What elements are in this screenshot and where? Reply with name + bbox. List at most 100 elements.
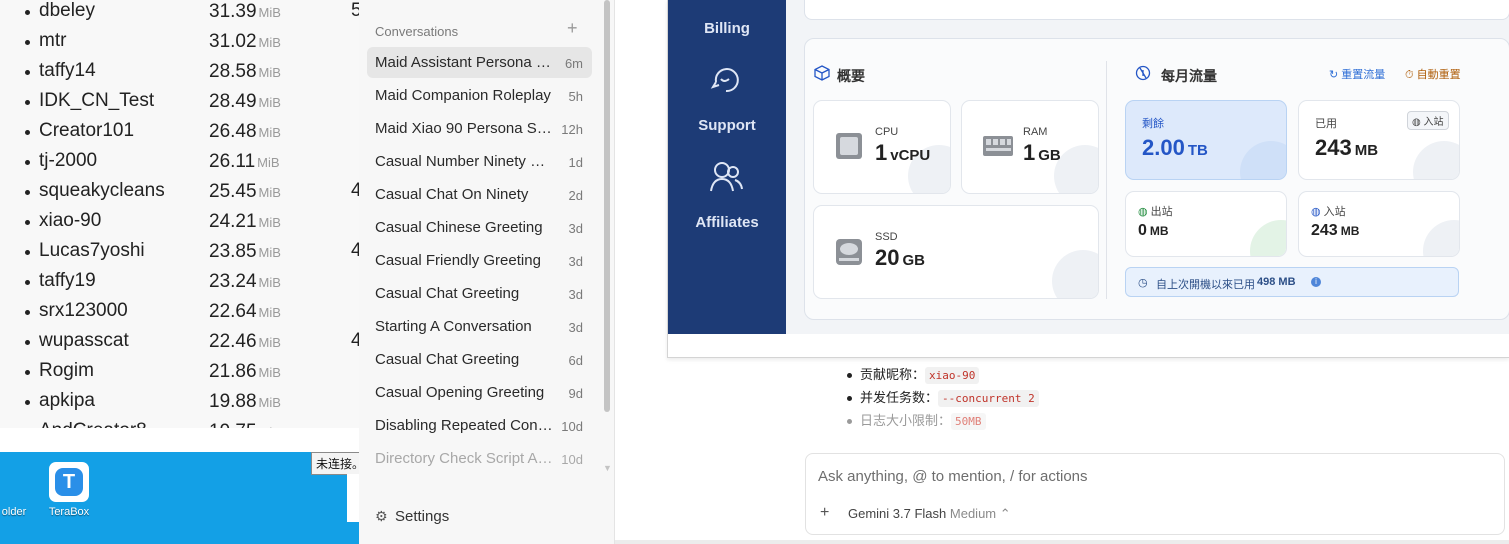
reset-traffic-button[interactable]: ↻ 重置流量	[1329, 66, 1385, 82]
settings-button[interactable]: ⚙ Settings	[375, 508, 449, 525]
contributor-name: AndCreator8	[39, 419, 164, 428]
contributor-name: tj-2000	[39, 150, 98, 171]
outbound-card: ◍ 出站 0 MB	[1125, 191, 1287, 257]
conversation-time: 3d	[568, 221, 583, 236]
conversation-item[interactable]: Maid Xiao 90 Persona Setup 12h	[367, 113, 592, 144]
contributor-name: taffy14	[39, 60, 96, 81]
contributor-size: 28.58 MiB	[209, 61, 281, 82]
traffic-icon	[1135, 65, 1151, 81]
chat-input[interactable]: Ask anything, @ to mention, / for action…	[818, 468, 1088, 485]
inbound-value: 243 MB	[1311, 222, 1360, 239]
outbound-label: ◍ 出站	[1138, 206, 1173, 218]
bullet	[25, 310, 30, 315]
leaderboard-row: Rogim 21.86 MiB	[0, 359, 360, 389]
conversation-time: 5h	[568, 89, 583, 104]
desktop-folder-shortcut[interactable]: older	[0, 462, 44, 518]
contributor-name: mtr	[39, 30, 67, 51]
leaderboard-row: IDK_CN_Test 28.49 MiB	[0, 89, 360, 119]
auto-reset-button[interactable]: ⏱ 自動重置	[1405, 66, 1461, 82]
disk-icon	[836, 239, 862, 265]
bullet	[25, 190, 30, 195]
overview-card: 概要 CPU 1 vCPU RAM 1 GB SSD 20 GB 每月流量 ↻ …	[804, 38, 1509, 320]
overview-title: 概要	[837, 68, 865, 84]
conversation-time: 6d	[568, 353, 583, 368]
conversation-item[interactable]: Casual Friendly Greeting 3d	[367, 245, 592, 276]
conversation-time: 1d	[568, 155, 583, 170]
conversation-item[interactable]: Disabling Repeated Confirmations 10d	[367, 410, 592, 441]
globe-icon: ◍	[1412, 117, 1424, 128]
inbound-toggle[interactable]: ◍ 入站	[1407, 111, 1449, 130]
bullet	[25, 130, 30, 135]
nav-support[interactable]: Support	[668, 117, 786, 134]
model-selector[interactable]: Gemini 3.7 Flash Medium ⌃	[848, 506, 1011, 522]
conversation-item[interactable]: Maid Assistant Persona Setup 6m	[367, 47, 592, 78]
contributor-size: 26.11 MiB	[209, 151, 280, 172]
contributor-name: squeakycleansweep	[39, 180, 164, 201]
leaderboard-row: squeakycleansweep25.45MiB4	[0, 179, 360, 209]
conversation-scrollbar[interactable]	[604, 0, 610, 412]
bottom-border	[615, 540, 1509, 544]
plus-icon[interactable]: +	[820, 504, 829, 522]
contributor-size: 23.85 MiB	[209, 241, 281, 262]
bullet	[25, 70, 30, 75]
conversations-header: Conversations	[375, 24, 459, 39]
leaderboard-row: Lucas7yoshi 23.85 MiB 4	[0, 239, 360, 269]
dashboard-content: 概要 CPU 1 vCPU RAM 1 GB SSD 20 GB 每月流量 ↻ …	[786, 0, 1509, 334]
gear-icon: ⚙	[375, 508, 388, 524]
conversation-item[interactable]: Casual Chat Greeting 3d	[367, 278, 592, 309]
inbound-label: ◍ 入站	[1311, 206, 1346, 218]
conversation-title: Starting A Conversation	[375, 318, 532, 335]
conversation-title: Maid Companion Roleplay	[375, 87, 551, 104]
ssd-label: SSD	[875, 231, 898, 243]
conversation-time: 9d	[568, 386, 583, 401]
bullet	[25, 250, 30, 255]
affiliates-icon	[710, 162, 743, 192]
contributor-name: Creator101	[39, 120, 135, 141]
conversation-item[interactable]: Directory Check Script Adjust 10d	[367, 443, 592, 474]
terabox-icon: T	[49, 462, 89, 502]
cube-icon	[814, 65, 830, 81]
conversation-time: 10d	[561, 419, 583, 434]
since-boot-value: 498 MB	[1257, 276, 1296, 288]
bullet	[25, 280, 30, 285]
contributor-size: 23.24 MiB	[209, 271, 281, 292]
bullet	[25, 220, 30, 225]
nav-billing[interactable]: Billing	[668, 20, 786, 37]
conversation-item[interactable]: Casual Chat Greeting 6d	[367, 344, 592, 375]
list-item: 贡献昵称： xiao-90	[847, 364, 980, 384]
cpu-value: 1 vCPU	[875, 140, 931, 165]
conversation-item[interactable]: Casual Number Ninety Greeting 1d	[367, 146, 592, 177]
globe-icon: ◍	[1138, 206, 1151, 218]
section-divider	[1106, 61, 1107, 299]
conversation-title: Directory Check Script Adjust	[375, 450, 555, 467]
info-icon[interactable]: i	[1311, 277, 1321, 287]
list-item: 日志大小限制： 50MB	[847, 410, 986, 430]
leaderboard-row: apkipa 19.88 MiB	[0, 389, 360, 419]
conversation-item[interactable]: Casual Chat On Ninety 2d	[367, 179, 592, 210]
conversation-time: 10d	[561, 452, 583, 467]
leaderboard-row: srx123000 22.64 MiB	[0, 299, 360, 329]
desktop-icon-label: TeraBox	[48, 506, 90, 518]
conversation-item[interactable]: Casual Opening Greeting 9d	[367, 377, 592, 408]
contributor-size: 22.46 MiB	[209, 331, 281, 352]
conversation-title: Casual Chat Greeting	[375, 285, 520, 302]
conversation-item[interactable]: Casual Chinese Greeting 3d	[367, 212, 592, 243]
conversation-item[interactable]: Starting A Conversation 3d	[367, 311, 592, 342]
used-card: 已用 ◍ 入站 243 MB	[1298, 100, 1460, 180]
globe-icon: ◍	[1311, 206, 1324, 218]
contributor-size: 22.64 MiB	[209, 301, 281, 322]
desktop-terabox-shortcut[interactable]: T TeraBox	[39, 462, 99, 518]
leaderboard-row: mtr 31.02 MiB	[0, 29, 360, 59]
contributor-size: 25.45 MiB	[209, 181, 281, 202]
contributor-name: Lucas7yoshi	[39, 240, 145, 261]
nav-affiliates[interactable]: Affiliates	[668, 214, 786, 231]
leaderboard-row: xiao-90 24.21 MiB	[0, 209, 360, 239]
remaining-label: 剩餘	[1142, 118, 1164, 130]
plus-icon[interactable]: +	[567, 18, 578, 39]
conversation-title: Casual Chat On Ninety	[375, 186, 529, 203]
main-content: Billing Support Affiliates 概要 CPU 1 vCPU…	[615, 0, 1509, 544]
leaderboard-row: Creator101 26.48 MiB	[0, 119, 360, 149]
scroll-down-icon[interactable]: ▼	[603, 463, 612, 473]
conversation-item[interactable]: Maid Companion Roleplay 5h	[367, 80, 592, 111]
leaderboard-bottom-strip	[0, 428, 360, 452]
